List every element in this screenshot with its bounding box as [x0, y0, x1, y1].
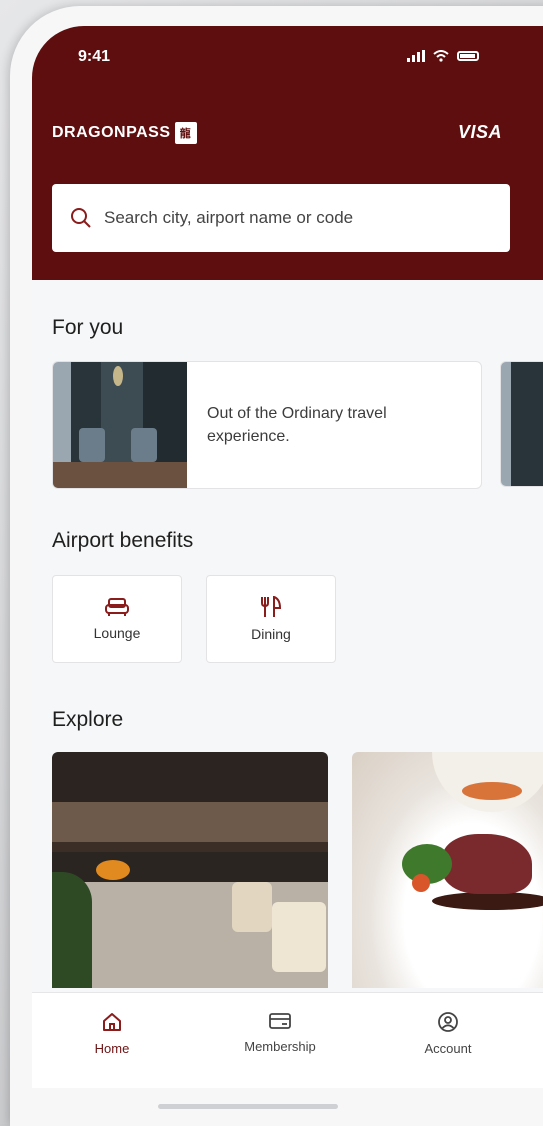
benefit-label: Dining: [251, 626, 291, 642]
explore-title: Explore: [52, 708, 124, 731]
home-icon: [103, 1013, 121, 1031]
home-indicator: [158, 1104, 338, 1109]
user-icon: [438, 1012, 458, 1032]
airport-benefits-title: Airport benefits: [52, 529, 194, 552]
explore-card-lounge[interactable]: [52, 752, 328, 988]
sofa-icon: [105, 598, 129, 616]
benefit-label: Lounge: [93, 625, 141, 641]
status-icons: [407, 50, 479, 62]
brand-logo: DRAGONPASS 龍: [52, 122, 197, 144]
card-icon: [269, 1013, 291, 1029]
search-icon: [71, 208, 91, 228]
tab-label: Account: [424, 1041, 472, 1056]
tab-label: Membership: [244, 1039, 316, 1054]
visa-logo: VISA: [458, 122, 503, 142]
signal-icon: [407, 50, 425, 62]
for-you-card[interactable]: Out of the Ordinary travel experience.: [52, 361, 482, 489]
app-screen: 9:41 DRAGONPASS 龍 VISA Search city, airp…: [32, 26, 543, 1088]
explore-card-dining[interactable]: [352, 752, 543, 988]
wifi-icon: [433, 50, 449, 62]
brand-mark-icon: 龍: [174, 122, 197, 144]
tab-membership[interactable]: Membership: [220, 1011, 340, 1054]
status-time: 9:41: [78, 48, 111, 65]
fork-knife-icon: [261, 596, 282, 617]
search-input[interactable]: Search city, airport name or code: [104, 208, 353, 228]
card-text: Out of the Ordinary travel experience.: [207, 405, 387, 445]
tab-home[interactable]: Home: [52, 1011, 172, 1056]
benefit-lounge[interactable]: Lounge: [52, 575, 182, 663]
brand-name: DRAGONPASS: [52, 124, 171, 141]
benefit-dining[interactable]: Dining: [206, 575, 336, 663]
bottom-tab-bar: Home Membership Account: [32, 992, 543, 1088]
lounge-image: [53, 362, 187, 488]
search-bar[interactable]: Search city, airport name or code: [52, 184, 510, 252]
battery-icon: [457, 51, 479, 61]
for-you-title: For you: [52, 316, 124, 339]
next-card-peek[interactable]: [500, 361, 543, 487]
tab-label: Home: [94, 1041, 130, 1056]
app-header: 9:41 DRAGONPASS 龍 VISA Search city, airp…: [32, 26, 543, 280]
phone-frame: 9:41 DRAGONPASS 龍 VISA Search city, airp…: [10, 6, 543, 1126]
tab-account[interactable]: Account: [388, 1011, 508, 1056]
